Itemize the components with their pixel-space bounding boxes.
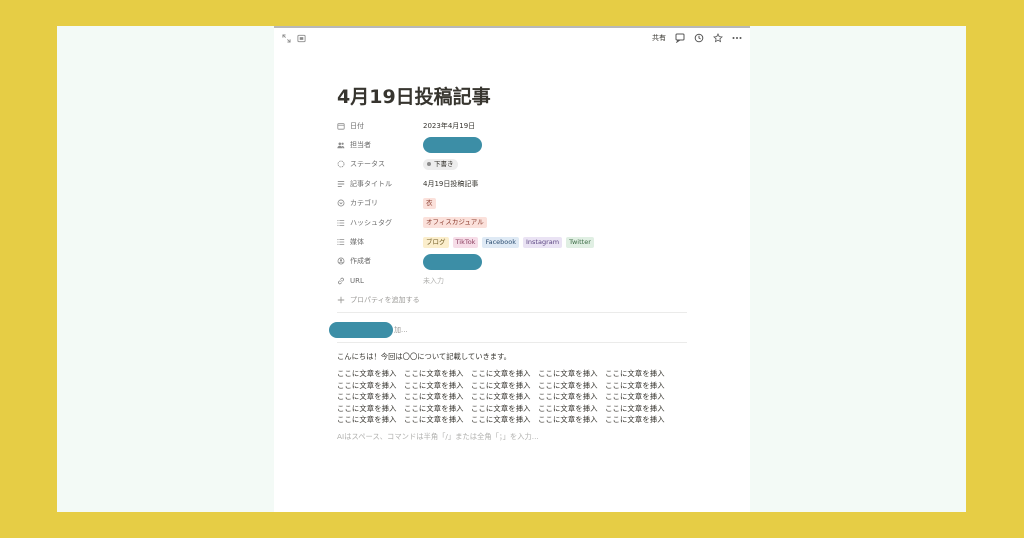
body-line[interactable]: ここに文章を挿入 ここに文章を挿入 ここに文章を挿入 ここに文章を挿入 ここに文… <box>337 391 689 403</box>
page-body[interactable]: こんにちは！今回は〇〇について記載していきます。 ここに文章を挿入 ここに文章を… <box>337 352 689 442</box>
property-creator[interactable]: 作成者 <box>337 252 687 271</box>
article-title-value[interactable]: 4月19日投稿記事 <box>423 179 478 189</box>
media-tag-list: ブログ TikTok Facebook Instagram Twitter <box>423 236 594 248</box>
status-icon <box>337 161 345 168</box>
list-icon <box>337 219 345 226</box>
status-value: 下書き <box>434 159 454 168</box>
property-category[interactable]: カテゴリ 衣 <box>337 194 687 213</box>
property-owner[interactable]: 担当者 <box>337 135 687 154</box>
status-dot <box>427 162 431 167</box>
body-line[interactable]: ここに文章を挿入 ここに文章を挿入 ここに文章を挿入 ここに文章を挿入 ここに文… <box>337 380 689 392</box>
url-value[interactable]: 未入力 <box>423 276 444 286</box>
history-icon[interactable] <box>694 33 704 43</box>
hashtag-tag[interactable]: オフィスカジュアル <box>423 217 487 229</box>
date-value[interactable]: 2023年4月19日 <box>423 121 475 131</box>
property-label: URL <box>350 276 364 285</box>
redacted-creator <box>423 253 482 270</box>
expand-icon[interactable] <box>282 34 291 43</box>
property-url[interactable]: URL 未入力 <box>337 271 687 290</box>
body-line[interactable]: ここに文章を挿入 ここに文章を挿入 ここに文章を挿入 ここに文章を挿入 ここに文… <box>337 414 689 426</box>
text-lines-icon <box>337 181 345 187</box>
body-line[interactable]: ここに文章を挿入 ここに文章を挿入 ここに文章を挿入 ここに文章を挿入 ここに文… <box>337 368 689 380</box>
people-icon <box>337 142 345 149</box>
status-badge[interactable]: 下書き <box>423 158 458 170</box>
redacted-owner <box>423 137 482 154</box>
notion-page: 共有 4月19日投稿記事 日付 2023年4月19日 担当者 ステータス 下書き… <box>274 26 750 512</box>
more-options-icon[interactable] <box>732 33 742 43</box>
media-tag[interactable]: Instagram <box>523 236 563 248</box>
plus-icon <box>337 296 345 304</box>
body-text-block[interactable]: ここに文章を挿入 ここに文章を挿入 ここに文章を挿入 ここに文章を挿入 ここに文… <box>337 368 689 426</box>
media-tag[interactable]: ブログ <box>423 236 449 248</box>
property-status[interactable]: ステータス 下書き <box>337 155 687 174</box>
property-label: ハッシュタグ <box>350 218 392 227</box>
link-icon <box>338 277 344 285</box>
divider <box>337 312 687 313</box>
property-label: 日付 <box>350 121 364 130</box>
intro-paragraph[interactable]: こんにちは！今回は〇〇について記載していきます。 <box>337 352 689 362</box>
calendar-icon <box>337 122 345 130</box>
property-media[interactable]: 媒体 ブログ TikTok Facebook Instagram Twitter <box>337 232 687 251</box>
media-tag[interactable]: Twitter <box>566 236 594 248</box>
share-button[interactable]: 共有 <box>652 33 666 43</box>
property-label: 担当者 <box>350 141 371 150</box>
page-topbar: 共有 <box>274 28 750 50</box>
property-hashtag[interactable]: ハッシュタグ オフィスカジュアル <box>337 213 687 232</box>
list-icon <box>337 239 345 245</box>
property-label: 媒体 <box>350 238 364 247</box>
select-icon <box>337 199 345 207</box>
comment-placeholder: 加... <box>394 326 408 334</box>
body-line[interactable]: ここに文章を挿入 ここに文章を挿入 ここに文章を挿入 ここに文章を挿入 ここに文… <box>337 403 689 415</box>
divider <box>337 342 687 343</box>
media-tag[interactable]: Facebook <box>482 236 519 248</box>
property-label: 作成者 <box>350 257 371 266</box>
comment-icon[interactable] <box>675 33 685 43</box>
redacted-avatar <box>329 322 393 338</box>
property-label: カテゴリ <box>350 199 378 208</box>
property-label: 記事タイトル <box>350 179 392 188</box>
property-date[interactable]: 日付 2023年4月19日 <box>337 116 687 135</box>
star-icon[interactable] <box>713 33 723 43</box>
person-circle-icon <box>337 257 345 265</box>
peek-mode-icon[interactable] <box>297 34 306 43</box>
property-article-title[interactable]: 記事タイトル 4月19日投稿記事 <box>337 174 687 193</box>
property-list: 日付 2023年4月19日 担当者 ステータス 下書き 記事タイトル 4月19日… <box>337 116 687 310</box>
page-title[interactable]: 4月19日投稿記事 <box>337 82 491 109</box>
add-property-label: プロパティを追加する <box>350 296 420 305</box>
add-property-button[interactable]: プロパティを追加する <box>337 291 687 310</box>
media-tag[interactable]: TikTok <box>452 236 479 248</box>
category-tag[interactable]: 衣 <box>423 197 436 209</box>
editor-hint-placeholder[interactable]: AIはスペース、コマンドは半角「/」または全角「；」を入力... <box>337 432 689 442</box>
comment-input[interactable]: 加... <box>329 322 687 338</box>
property-label: ステータス <box>350 160 385 169</box>
